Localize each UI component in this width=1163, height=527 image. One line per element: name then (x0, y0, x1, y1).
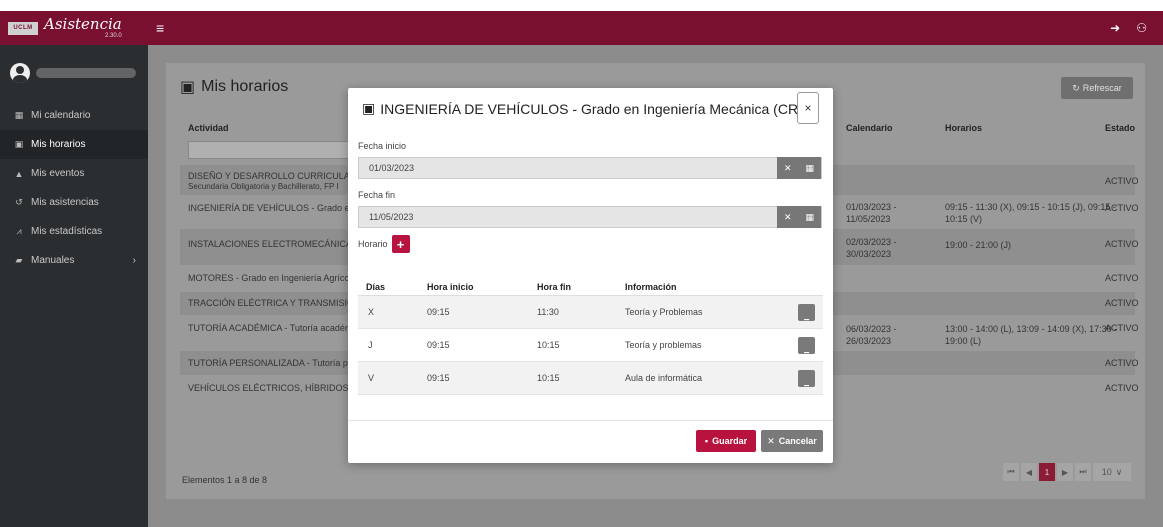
pagination: ⏮ ◀ 1 ▶ ⏭ 10 ∨ (1003, 463, 1131, 481)
table-row[interactable]: J 09:15 10:15 Teoría y problemas − (358, 329, 823, 362)
calendar-check-icon: ▣ (362, 100, 376, 116)
horario-section: Horario + (358, 235, 410, 253)
minus-icon: − (803, 315, 810, 326)
calendar-check-icon: ▣ (14, 139, 24, 149)
chevron-right-icon: › (132, 255, 136, 266)
uclm-logo: UCLM (8, 21, 38, 35)
calendar-check-icon: ▣ (180, 79, 196, 96)
col-calendario[interactable]: Calendario (846, 123, 893, 133)
close-icon: ✕ (767, 435, 775, 446)
page-size-select[interactable]: 10 ∨ (1093, 463, 1131, 481)
cancel-button[interactable]: ✕ Cancelar (761, 430, 823, 452)
page-1-button[interactable]: 1 (1039, 463, 1055, 481)
menu-toggle-icon[interactable]: ≡ (156, 20, 172, 36)
next-page-button[interactable]: ▶ (1057, 463, 1073, 481)
user-name-redacted (36, 68, 136, 78)
prev-page-button[interactable]: ◀ (1021, 463, 1037, 481)
history-icon: ↺ (15, 197, 23, 207)
modal-title: ▣ INGENIERÍA DE VEHÍCULOS - Grado en Ing… (362, 100, 803, 117)
minus-icon: − (803, 348, 810, 359)
sidebar-item-manuales[interactable]: ▰ Manuales › (0, 246, 148, 275)
fecha-inicio-field[interactable]: 01/03/2023 ✕ ▦ (358, 157, 822, 179)
horario-modal: ▣ INGENIERÍA DE VEHÍCULOS - Grado en Ing… (348, 88, 833, 463)
brand[interactable]: UCLM Asistencia 2.30.0 (0, 11, 148, 45)
table-row[interactable]: X 09:15 11:30 Teoría y Problemas − (358, 296, 823, 329)
first-page-button[interactable]: ⏮ (1003, 463, 1019, 481)
sidebar: ▦ Mi calendario ▣ Mis horarios ▲ Mis eve… (0, 45, 148, 527)
modal-divider (348, 420, 833, 421)
top-bar: UCLM Asistencia 2.30.0 ≡ ➜ ⚇ (0, 11, 1163, 45)
user-panel[interactable] (0, 45, 148, 101)
fecha-fin-field[interactable]: 11/05/2023 ✕ ▦ (358, 206, 822, 228)
fecha-fin-label: Fecha fin (358, 190, 396, 200)
last-page-button[interactable]: ⏭ (1075, 463, 1091, 481)
remove-row-button[interactable]: − (798, 370, 815, 392)
minus-icon: − (803, 381, 810, 392)
close-button[interactable]: × (797, 92, 819, 124)
clear-icon[interactable]: ✕ (784, 163, 792, 174)
book-icon: ▰ (15, 255, 23, 265)
remove-row-button[interactable]: − (798, 304, 815, 326)
fecha-fin-value: 11/05/2023 (369, 212, 414, 222)
fecha-inicio-label: Fecha inicio (358, 141, 407, 151)
page-title: ▣ Mis horarios (180, 78, 289, 96)
horario-table: Días Hora inicio Hora fin Información X … (358, 276, 823, 395)
calendar-icon[interactable]: ▦ (806, 163, 815, 174)
horario-label: Horario (358, 239, 388, 249)
bell-icon: ▲ (14, 168, 24, 179)
save-button[interactable]: ▪ Guardar (696, 430, 756, 452)
remove-row-button[interactable]: − (798, 337, 815, 359)
fecha-inicio-value: 01/03/2023 (369, 163, 415, 173)
calendar-icon[interactable]: ▦ (806, 212, 815, 223)
col-horarios[interactable]: Horarios (945, 123, 982, 133)
app-version: 2.30.0 (105, 33, 122, 39)
sidebar-item-mis-eventos[interactable]: ▲ Mis eventos (0, 159, 148, 188)
col-actividad[interactable]: Actividad (188, 123, 229, 133)
accessibility-icon[interactable]: ⚇ (1136, 21, 1147, 35)
plus-icon: + (396, 236, 405, 252)
table-row[interactable]: V 09:15 10:15 Aula de informática − (358, 362, 823, 395)
refresh-button[interactable]: ↻ Refrescar (1061, 77, 1133, 99)
chart-line-icon: ⩘ (16, 226, 22, 236)
sidebar-item-mis-estadisticas[interactable]: ⩘ Mis estadísticas (0, 217, 148, 246)
col-estado[interactable]: Estado (1105, 123, 1135, 133)
clear-icon[interactable]: ✕ (784, 212, 792, 223)
sidebar-item-mis-horarios[interactable]: ▣ Mis horarios (0, 130, 148, 159)
table-info: Elementos 1 a 8 de 8 (182, 475, 268, 485)
sidebar-item-mis-asistencias[interactable]: ↺ Mis asistencias (0, 188, 148, 217)
actividad-filter-input[interactable] (188, 141, 368, 159)
chevron-down-icon: ∨ (1115, 466, 1123, 477)
sidebar-item-mi-calendario[interactable]: ▦ Mi calendario (0, 101, 148, 130)
avatar (10, 63, 30, 83)
logout-icon[interactable]: ➜ (1110, 21, 1120, 35)
refresh-icon: ↻ (1072, 82, 1080, 93)
horario-table-header: Días Hora inicio Hora fin Información (358, 276, 823, 296)
save-icon: ▪ (704, 436, 709, 446)
calendar-icon: ▦ (14, 110, 24, 120)
add-horario-button[interactable]: + (391, 235, 410, 253)
app-name: Asistencia (44, 15, 122, 33)
